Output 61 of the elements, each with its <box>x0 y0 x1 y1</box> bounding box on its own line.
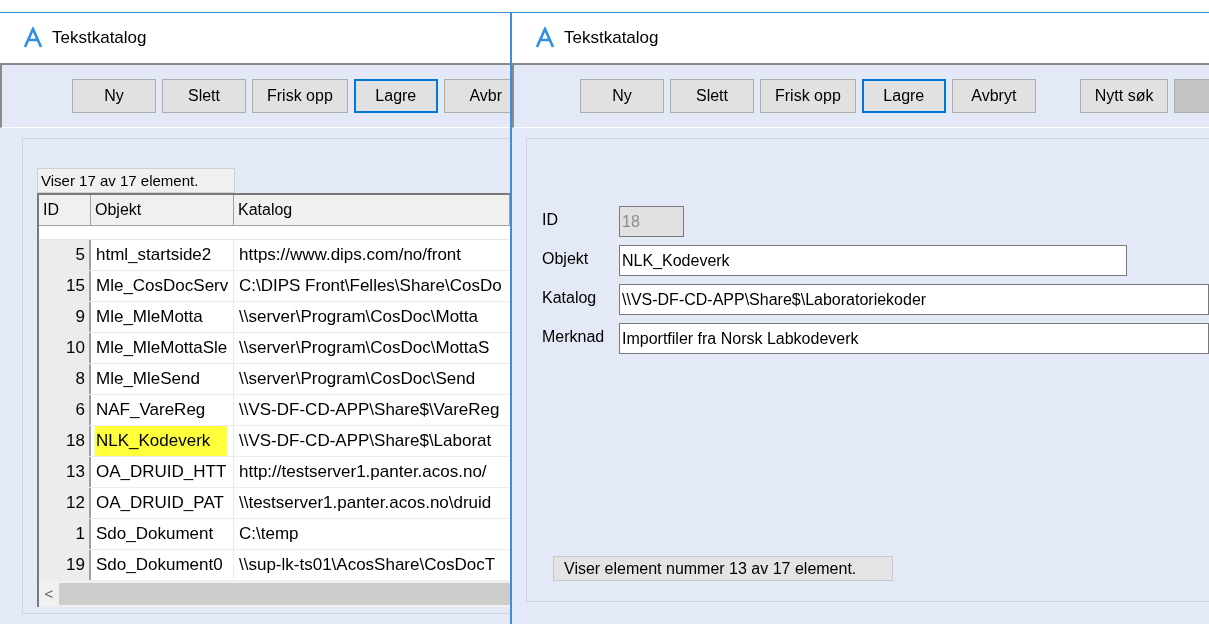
table-cell: Mle_CosDocServ <box>91 271 234 301</box>
table-cell-text: \\VS-DF-CD-APP\Share$\VareReg <box>238 399 501 421</box>
window-title: Tekstkatalog <box>52 27 147 50</box>
toolbar-button[interactable]: Avbr <box>443 79 510 113</box>
app-logo-icon <box>22 27 44 49</box>
table-cell: NAF_VareReg <box>91 395 234 425</box>
app-logo-icon <box>534 27 556 49</box>
row-id-cell: 5 <box>39 240 91 270</box>
text-field[interactable]: NLK_Kodeverk <box>619 245 1127 276</box>
column-header[interactable]: Katalog <box>234 195 510 225</box>
toolbar-button[interactable]: Nytt søk <box>1079 79 1169 113</box>
toolbar-button[interactable]: Lagre <box>861 79 946 113</box>
table-cell-text: C:\temp <box>238 523 300 545</box>
row-id-cell: 18 <box>39 426 91 456</box>
toolbar-button[interactable]: Frisk opp <box>252 79 348 113</box>
toolbar-button[interactable]: Lagre <box>353 79 438 113</box>
table-cell: Mle_MleMotta <box>91 302 234 332</box>
field-label: ID <box>542 210 559 230</box>
toolbar-button[interactable]: Ny <box>72 79 156 113</box>
status-label: Viser element nummer 13 av 17 element. <box>553 556 893 581</box>
toolbar-button[interactable]: Slett <box>670 79 754 113</box>
table-cell-text: \\server\Program\CosDoc\MottaS <box>238 337 491 359</box>
toolbar-button[interactable]: Ny <box>580 79 664 113</box>
table-cell-text: \\VS-DF-CD-APP\Share$\Laborat <box>238 430 493 452</box>
table-cell: Mle_MleMottaSle <box>91 333 234 363</box>
table-cell: html_startside2 <box>91 240 234 270</box>
row-id-cell: 6 <box>39 395 91 425</box>
table-cell-text: \\sup-lk-ts01\AcosShare\CosDocT <box>238 554 497 576</box>
row-id-cell: 1 <box>39 519 91 549</box>
scroll-left-button[interactable]: < <box>39 581 59 607</box>
text-field[interactable]: \\VS-DF-CD-APP\Share$\Laboratoriekoder <box>619 284 1209 315</box>
table-cell-text: http://testserver1.panter.acos.no/ <box>238 461 488 483</box>
column-header[interactable]: Objekt <box>91 195 234 225</box>
table-cell-text: C:\DIPS Front\Felles\Share\CosDo <box>238 275 503 297</box>
table-cell: Sdo_Dokument0 <box>91 550 234 580</box>
row-id-cell: 10 <box>39 333 91 363</box>
row-id-cell: 9 <box>39 302 91 332</box>
table-cell-text: https://www.dips.com/no/front <box>238 244 463 266</box>
row-id-cell: 13 <box>39 457 91 487</box>
window-title: Tekstkatalog <box>564 27 659 50</box>
table-cell-text: \\testserver1.panter.acos.no\druid <box>238 492 493 514</box>
count-label: Viser 17 av 17 element. <box>37 168 235 193</box>
table-cell-text: \\server\Program\CosDoc\Motta <box>238 306 479 328</box>
row-id-cell: 19 <box>39 550 91 580</box>
scrollbar-thumb[interactable] <box>59 583 510 605</box>
table-cell-text: \\server\Program\CosDoc\Send <box>238 368 477 390</box>
table-cell: OA_DRUID_HTT <box>91 457 234 487</box>
field-label: Katalog <box>542 288 598 308</box>
row-id-cell: 8 <box>39 364 91 394</box>
text-field[interactable]: Importfiler fra Norsk Labkodeverk <box>619 323 1209 354</box>
table-cell: Mle_MleSend <box>91 364 234 394</box>
table-cell: OA_DRUID_PAT <box>91 488 234 518</box>
table-cell: Sdo_Dokument <box>91 519 234 549</box>
row-id-cell: 12 <box>39 488 91 518</box>
column-header[interactable]: ID <box>39 195 91 225</box>
field-label: Objekt <box>542 249 590 269</box>
toolbar-button[interactable]: Avbryt <box>951 79 1036 113</box>
field-label: Merknad <box>542 327 606 347</box>
row-id-cell: 15 <box>39 271 91 301</box>
toolbar-button[interactable]: Slett <box>162 79 246 113</box>
toolbar-button[interactable]: Frisk opp <box>760 79 856 113</box>
